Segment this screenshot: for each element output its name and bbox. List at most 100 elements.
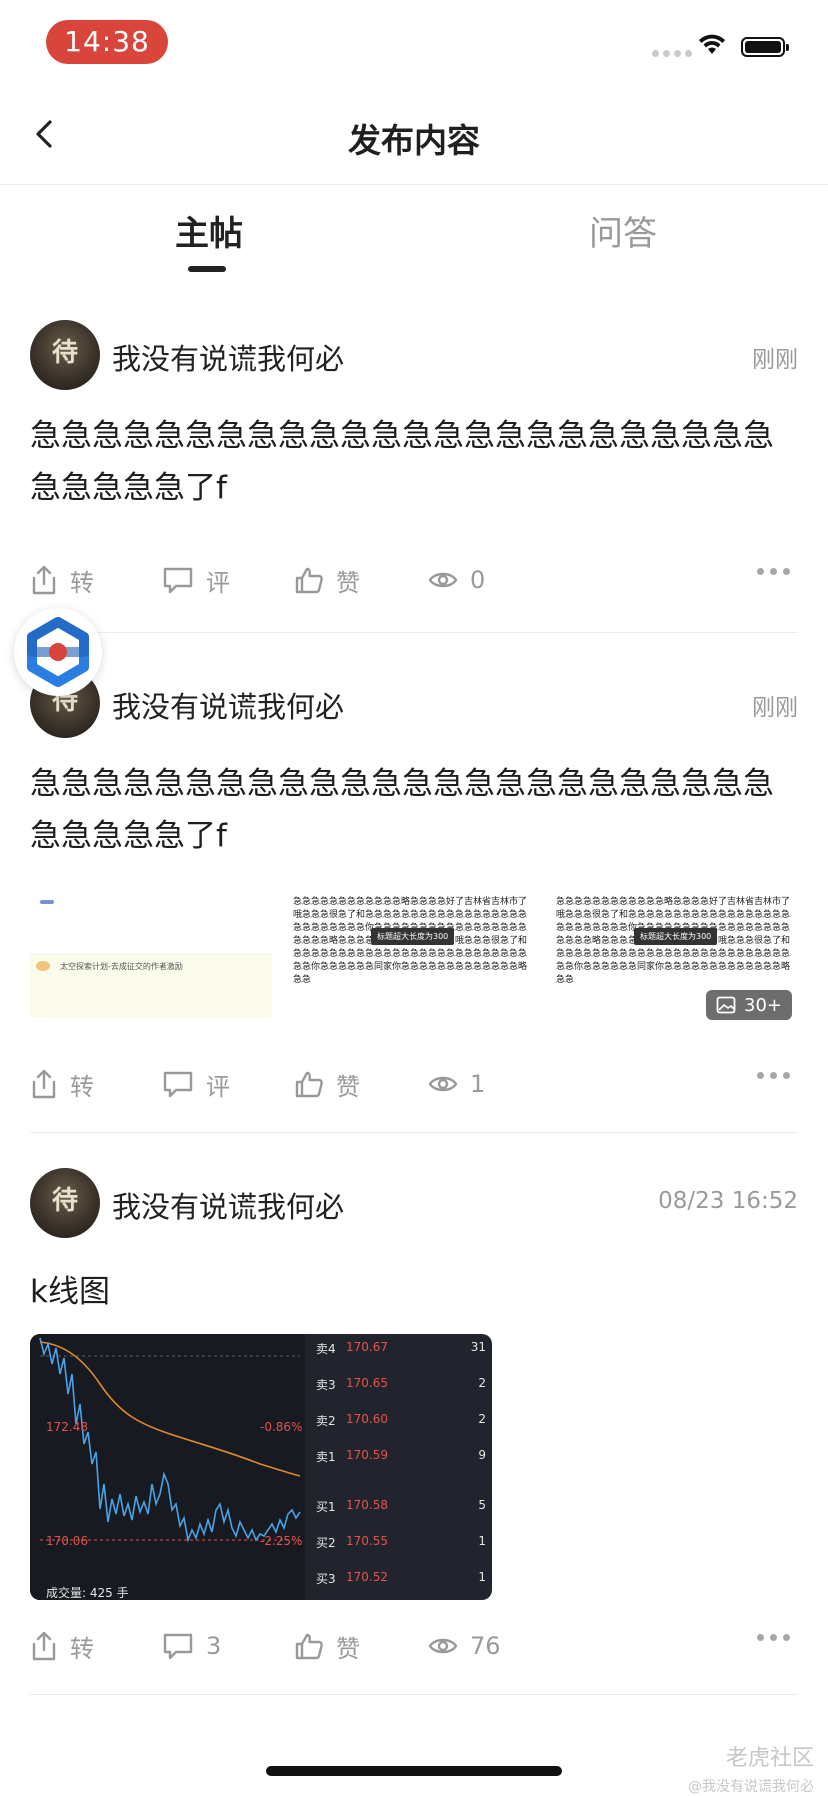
like-label: 赞 <box>336 568 360 597</box>
comment-button[interactable]: 3 <box>162 1626 221 1666</box>
eye-icon <box>428 1638 458 1654</box>
kline-volume-label: 成交量: 425 手 <box>46 1586 129 1600</box>
thumbs-up-icon <box>295 567 323 594</box>
post-divider <box>30 1694 798 1695</box>
tab-main-posts[interactable]: 主帖 <box>175 206 243 255</box>
ob-vol: 5 <box>478 1498 486 1512</box>
ob-vol: 2 <box>478 1412 486 1426</box>
repost-label: 转 <box>70 1634 94 1663</box>
post-username[interactable]: 我没有说谎我何必 <box>112 684 344 726</box>
post-text[interactable]: k线图 <box>30 1266 798 1318</box>
ob-vol: 31 <box>470 1340 486 1354</box>
comment-icon <box>163 1071 193 1098</box>
more-images-badge[interactable]: 30+ <box>706 990 792 1020</box>
watermark: 老虎社区 @我没有说谎我何必 <box>688 1740 814 1796</box>
post-username[interactable]: 我没有说谎我何必 <box>112 336 344 378</box>
ob-side: 卖2 <box>316 1414 336 1428</box>
thumb-card: 太空探索计划-去成征交的作者激励 <box>30 954 272 1017</box>
more-options-icon[interactable] <box>757 1634 790 1641</box>
thumbs-up-icon <box>295 1071 323 1098</box>
ob-side: 卖4 <box>316 1342 336 1356</box>
post-divider <box>30 1132 798 1133</box>
comment-icon <box>163 567 193 594</box>
floating-assistant-button[interactable] <box>14 608 102 696</box>
home-indicator[interactable] <box>266 1766 562 1776</box>
kline-low-label: 170.06 <box>46 1534 88 1548</box>
views-value: 76 <box>470 1632 501 1660</box>
tab-bar: 主帖 问答 <box>0 186 828 278</box>
like-label: 赞 <box>336 1634 360 1663</box>
thumb-tag: 标题超大长度为300 <box>371 928 455 945</box>
order-book-row: 买1 170.58 5 <box>316 1498 486 1518</box>
views-value: 1 <box>470 1070 486 1098</box>
thumb-card-text: 太空探索计划-去成征交的作者激励 <box>60 962 183 971</box>
kline-plot: 172.48 170.06 -0.86% -2.25% 成交量: 425 手 <box>30 1334 305 1600</box>
kline-high-label: 172.48 <box>46 1420 88 1434</box>
post-username[interactable]: 我没有说谎我何必 <box>112 1184 344 1226</box>
like-button[interactable]: 赞 <box>294 1626 360 1666</box>
post-actions: 转 评 赞 1 <box>30 1064 798 1104</box>
ob-price: 170.55 <box>346 1534 388 1548</box>
ob-price: 170.67 <box>346 1340 388 1354</box>
tab-qa[interactable]: 问答 <box>589 206 657 255</box>
ob-side: 卖1 <box>316 1450 336 1464</box>
more-options-icon[interactable] <box>757 1072 790 1079</box>
order-book-row: 卖2 170.60 2 <box>316 1412 486 1432</box>
post-time: 刚刚 <box>752 347 798 373</box>
post-time: 刚刚 <box>752 695 798 721</box>
ob-side: 买3 <box>316 1572 336 1586</box>
comment-count: 3 <box>206 1632 222 1660</box>
order-book-row: 买3 170.52 1 <box>316 1570 486 1590</box>
ob-price: 170.58 <box>346 1498 388 1512</box>
nav-bar: 发布内容 <box>0 88 828 185</box>
ob-vol: 9 <box>478 1448 486 1462</box>
post-actions: 转 评 赞 0 <box>30 560 798 600</box>
kline-pct-low: -2.25% <box>260 1534 303 1548</box>
repost-button[interactable]: 转 <box>30 1626 94 1666</box>
share-icon <box>32 1069 56 1099</box>
views-count: 0 <box>428 560 485 600</box>
thumbs-up-icon <box>295 1633 323 1660</box>
like-button[interactable]: 赞 <box>294 560 360 600</box>
cellular-signal-icon <box>652 50 692 57</box>
like-button[interactable]: 赞 <box>294 1064 360 1104</box>
avatar[interactable]: 待 <box>30 1168 100 1238</box>
post-image[interactable]: 太空探索计划-去成征交的作者激励 <box>30 896 272 1026</box>
image-icon <box>716 996 736 1014</box>
order-book-row: 卖4 170.67 31 <box>316 1340 486 1360</box>
post-time: 08/23 16:52 <box>658 1188 798 1214</box>
order-book-row: 买2 170.55 1 <box>316 1534 486 1554</box>
like-label: 赞 <box>336 1072 360 1101</box>
active-tab-indicator <box>188 266 226 272</box>
hexagon-logo-icon <box>27 617 89 687</box>
post-image[interactable]: 急急急急急急急急急急急急略急急急急好了吉林省吉林市了哦急急急很急了和急急急急急急… <box>293 896 535 1026</box>
post-text[interactable]: 急急急急急急急急急急急急急急急急急急急急急急急急急急急急急了f <box>30 410 798 514</box>
repost-label: 转 <box>70 568 94 597</box>
kline-chart-image[interactable]: 172.48 170.06 -0.86% -2.25% 成交量: 425 手 卖… <box>30 1334 492 1600</box>
post-divider <box>30 632 798 633</box>
avatar[interactable]: 待 <box>30 320 100 390</box>
post-image[interactable]: 急急急急急急急急急急急急略急急急急好了吉林省吉林市了哦急急急很急了和急急急急急急… <box>556 896 798 1026</box>
comment-button[interactable]: 评 <box>162 1064 230 1104</box>
avatar-char: 待 <box>51 338 78 368</box>
post-text[interactable]: 急急急急急急急急急急急急急急急急急急急急急急急急急急急急急了f <box>30 758 798 862</box>
comment-button[interactable]: 评 <box>162 560 230 600</box>
views-value: 0 <box>470 566 486 594</box>
more-options-icon[interactable] <box>757 568 790 575</box>
wifi-icon <box>697 32 727 60</box>
ob-vol: 1 <box>478 1534 486 1548</box>
repost-button[interactable]: 转 <box>30 1064 94 1104</box>
share-icon <box>32 1631 56 1661</box>
watermark-logo: 老虎社区 <box>725 1746 814 1771</box>
ob-side: 买1 <box>316 1500 336 1514</box>
repost-label: 转 <box>70 1072 94 1101</box>
ob-price: 170.60 <box>346 1412 388 1426</box>
views-count: 76 <box>428 1626 501 1666</box>
repost-button[interactable]: 转 <box>30 560 94 600</box>
order-book: 卖4 170.67 31 卖3 170.65 2 卖2 170.60 2 卖1 170.59 9… <box>316 1334 486 1600</box>
watermark-user: @我没有说谎我何必 <box>688 1779 814 1795</box>
post-actions: 转 3 赞 76 <box>30 1626 798 1666</box>
ob-side: 卖3 <box>316 1378 336 1392</box>
views-count: 1 <box>428 1064 485 1104</box>
battery-icon <box>741 37 789 57</box>
